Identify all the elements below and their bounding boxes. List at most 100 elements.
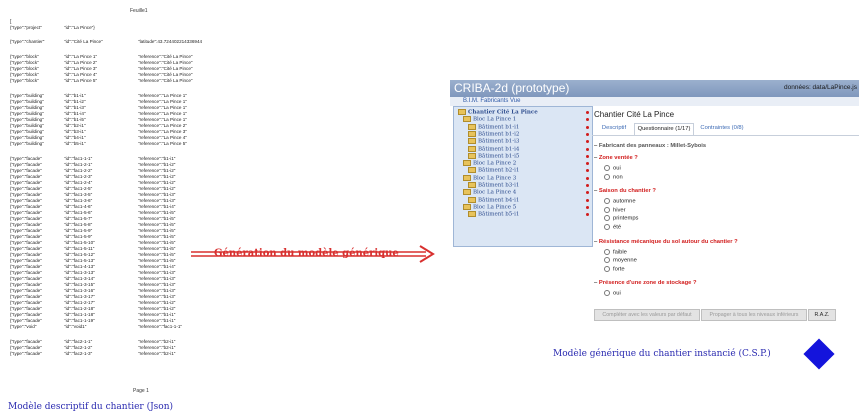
radio-icon[interactable] [604, 215, 610, 222]
tree-item-label: Chantier Cité La Pince [468, 109, 538, 116]
json-cell: "id":"Cité La Pince" [64, 39, 103, 44]
radio-icon[interactable] [604, 165, 610, 171]
json-document: Feuille1 [ {"type":"project" "id":"La Pin… [0, 0, 280, 400]
status-dot-icon [586, 176, 589, 180]
folder-icon [468, 123, 476, 130]
fabricant-text: Fabricant des panneaux : Millet-Sybois [598, 143, 707, 149]
status-dot-icon [586, 140, 589, 144]
radio-option[interactable]: non [604, 173, 623, 181]
tree-item-label: Bâtiment b1-i2 [478, 131, 520, 138]
status-dot-icon [586, 169, 589, 173]
tree-item[interactable]: Bâtiment b2-i1 [468, 167, 519, 174]
tree-item-label: Bâtiment b4-i1 [478, 197, 520, 204]
radio-option[interactable]: moyenne [604, 257, 637, 264]
right-caption: Modèle générique du chantier instancié (… [553, 349, 771, 359]
radio-label: oui [613, 290, 621, 297]
folder-icon [463, 160, 471, 167]
json-cell: {"type":"void" [10, 324, 37, 329]
tree-item[interactable]: Bloc La Pince 5 [463, 203, 517, 211]
tree-item[interactable]: Bloc La Pince 2 [463, 160, 516, 167]
radio-option[interactable]: oui [604, 165, 621, 172]
folder-icon [468, 196, 476, 203]
status-dot-icon [586, 154, 589, 158]
app-title: CRIBA-2d (prototype) [454, 81, 570, 95]
status-dot-icon [586, 147, 589, 151]
folder-icon [468, 145, 476, 152]
tree-item[interactable]: Bloc La Pince 1 [463, 116, 516, 123]
radio-icon[interactable] [604, 248, 610, 255]
tree-item-label: Bloc La Pince 2 [473, 160, 517, 167]
json-cell: "reference":"Cité La Pince" [138, 78, 193, 83]
radio-label: forte [613, 266, 625, 273]
tab-descriptif[interactable]: Descriptif [596, 123, 632, 134]
json-cell: "reference":"fac1-1-1" [138, 324, 183, 329]
radio-option[interactable]: été [604, 224, 621, 231]
radio-option[interactable]: hiver [604, 206, 626, 213]
radio-icon[interactable] [604, 198, 610, 205]
propagate-button[interactable]: Propager à tous les niveaux inférieurs [701, 309, 807, 321]
radio-option[interactable]: automne [604, 198, 636, 205]
app-header: CRIBA-2d (prototype) données: data/LaPin… [450, 80, 859, 97]
radio-label: printemps [613, 215, 639, 222]
question-text: Présence d'une zone de stockage ? [598, 280, 697, 287]
status-dot-icon [586, 162, 589, 166]
tree-item[interactable]: Bloc La Pince 4 [463, 189, 516, 196]
radio-icon[interactable] [604, 206, 610, 213]
status-dot-icon [586, 125, 589, 129]
tree-item-label: Bâtiment b1-i1 [478, 124, 520, 131]
question-text: Résistance mécanique du sol autour du ch… [598, 238, 738, 245]
status-dot-icon [586, 132, 589, 136]
tree-item-label: Bloc La Pince 5 [473, 204, 517, 211]
sheet-title: Feuille1 [130, 8, 148, 14]
status-dot-icon [586, 118, 589, 122]
radio-option[interactable]: faible [604, 248, 627, 255]
tree-item-label: Bâtiment b1-i3 [478, 138, 520, 145]
radio-icon[interactable] [604, 265, 610, 272]
tree-item[interactable]: Chantier Cité La Pince [458, 109, 538, 116]
tree-item[interactable]: Bloc La Pince 3 [463, 174, 516, 182]
status-dot-icon [586, 213, 589, 217]
tree-item-label: Bloc La Pince 1 [473, 116, 517, 123]
json-cell: "latitude":43.724402214336944 [138, 39, 203, 44]
data-source-label: données: data/LaPince.js [784, 84, 857, 91]
radio-icon[interactable] [604, 290, 610, 297]
tree-item[interactable]: Bâtiment b3-i1 [468, 182, 519, 189]
json-cell: "id":"fac2-1-3" [64, 351, 93, 356]
tree-item[interactable]: Bâtiment b1-i2 [468, 130, 520, 138]
tree-item[interactable]: Bâtiment b1-i1 [468, 123, 520, 131]
tree-item[interactable]: Bâtiment b4-i1 [468, 196, 520, 204]
json-cell: "reference":"La Pince 5" [138, 141, 187, 146]
radio-icon[interactable] [604, 173, 610, 180]
tree-item[interactable]: Bâtiment b5-i1 [468, 211, 519, 218]
question-title: ‒ Zone ventée ? [594, 155, 638, 161]
tab-divider [592, 135, 859, 136]
radio-icon[interactable] [604, 224, 610, 230]
radio-option[interactable]: oui [604, 290, 621, 297]
reset-button[interactable]: R.A.Z. [808, 309, 836, 321]
view-menu-link[interactable]: B.I.M. Fabricants Vue [463, 98, 520, 104]
radio-option[interactable]: forte [604, 265, 625, 273]
tree-item[interactable]: Bâtiment b1-i5 [468, 152, 519, 160]
json-cell: "id":"void1" [64, 324, 87, 329]
radio-option[interactable]: printemps [604, 215, 638, 222]
folder-icon [463, 116, 471, 123]
fill-defaults-button[interactable]: Compléter avec les valeurs par défaut [594, 309, 700, 321]
arrow-caption: Génération du modèle générique [214, 248, 399, 259]
status-dot-icon [586, 184, 589, 187]
tree-item-label: Bâtiment b1-i4 [478, 146, 520, 152]
site-tree-panel: Chantier Cité La Pince Bloc La Pince 1 Bât… [453, 106, 593, 247]
tree-item[interactable]: Bâtiment b1-i4 [468, 145, 520, 153]
folder-icon [468, 138, 476, 145]
radio-icon[interactable] [604, 257, 610, 264]
form-title: Chantier Cité La Pince [594, 110, 675, 119]
folder-icon [463, 189, 471, 196]
page-number: Page 1 [133, 388, 149, 394]
json-cell: {"type":"chantier" [10, 39, 45, 44]
radio-label: non [613, 174, 623, 181]
status-dot-icon [586, 191, 589, 195]
tab-contraintes[interactable]: Contraintes (0/8) [696, 123, 748, 134]
json-cell: {"type":"block" [10, 78, 39, 83]
radio-label: moyenne [613, 257, 637, 264]
tree-item[interactable]: Bâtiment b1-i3 [468, 138, 519, 145]
json-cell: "id":"La Pince"} [64, 25, 95, 30]
